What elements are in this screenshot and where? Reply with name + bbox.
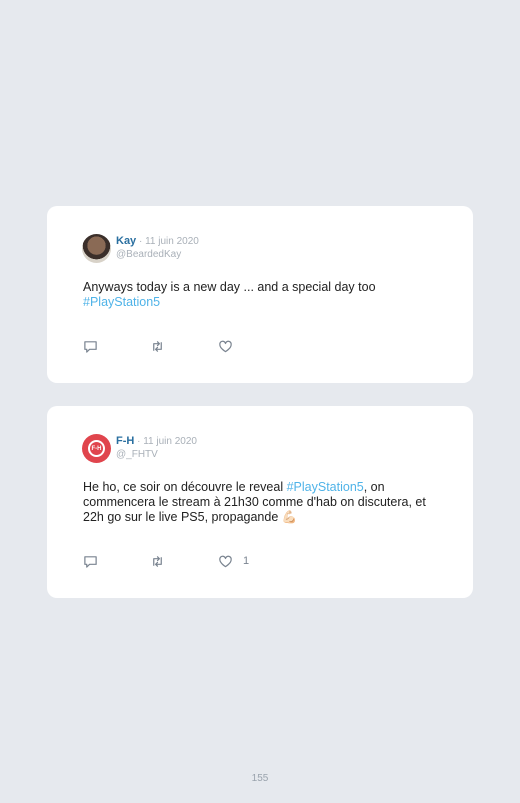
retweet-button[interactable] [150, 553, 165, 569]
author-handle[interactable]: @_FHTV [116, 448, 197, 461]
tweet-card: F-H F-H · 11 juin 2020 @_FHTV He ho, ce … [47, 406, 473, 598]
page-number: 155 [251, 773, 269, 784]
like-button[interactable] [218, 338, 243, 354]
retweet-button[interactable] [150, 338, 165, 354]
author-name[interactable]: Kay [116, 235, 136, 247]
heart-icon [219, 340, 232, 352]
reply-icon [84, 340, 97, 353]
tweet-text-before: Anyways today is a new day ... and a spe… [83, 280, 376, 294]
reply-button[interactable] [83, 553, 98, 569]
separator: · [134, 436, 144, 447]
retweet-icon [153, 555, 162, 567]
tweet-text: He ho, ce soir on découvre le reveal #Pl… [83, 480, 443, 525]
tweet-date[interactable]: 11 juin 2020 [143, 436, 197, 447]
avatar[interactable] [82, 234, 111, 263]
tweet-date[interactable]: 11 juin 2020 [145, 236, 199, 247]
tweet-header: F-H · 11 juin 2020 @_FHTV [116, 435, 197, 461]
like-count: 1 [243, 555, 250, 567]
retweet-icon [153, 340, 162, 352]
reply-icon [84, 555, 97, 568]
hashtag-link[interactable]: #PlayStation5 [83, 295, 160, 309]
tweet-text-before: He ho, ce soir on découvre le reveal [83, 480, 287, 494]
like-button[interactable]: 1 [218, 553, 249, 569]
heart-icon [219, 555, 232, 567]
reply-button[interactable] [83, 338, 98, 354]
author-name[interactable]: F-H [116, 435, 134, 447]
tweet-card: Kay · 11 juin 2020 @BeardedKay Anyways t… [47, 206, 473, 383]
logo-icon: F-H [88, 440, 105, 457]
tweet-actions [83, 338, 283, 354]
separator: · [136, 236, 146, 247]
tweet-actions: 1 [83, 553, 283, 569]
logo-text: F-H [91, 445, 102, 452]
hashtag-link[interactable]: #PlayStation5 [287, 480, 364, 494]
tweet-text: Anyways today is a new day ... and a spe… [83, 280, 443, 310]
tweet-header: Kay · 11 juin 2020 @BeardedKay [116, 235, 199, 261]
avatar[interactable]: F-H [82, 434, 111, 463]
author-handle[interactable]: @BeardedKay [116, 248, 199, 261]
